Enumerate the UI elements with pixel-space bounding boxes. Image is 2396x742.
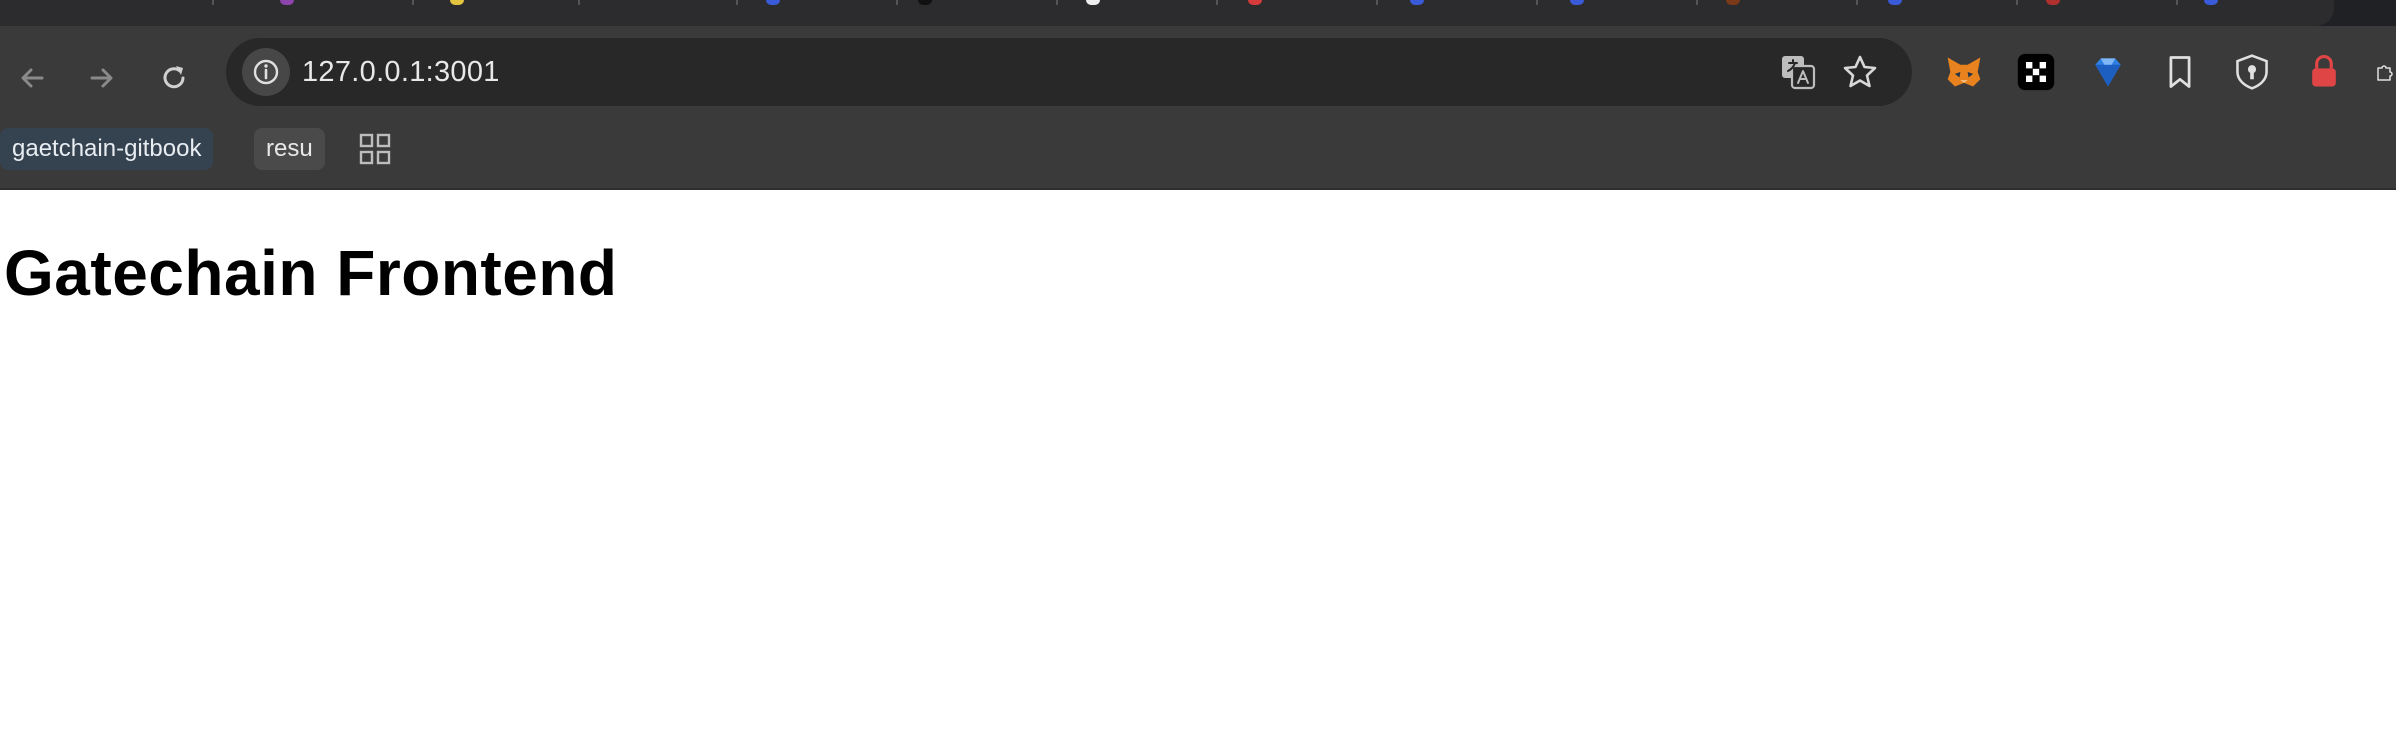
gem-icon <box>2095 58 2121 87</box>
password-manager-extension[interactable] <box>2230 50 2274 94</box>
tab-separator <box>1216 0 1218 5</box>
reload-button[interactable] <box>142 46 206 110</box>
metamask-icon <box>1947 57 1981 87</box>
tab-separator <box>1856 0 1858 5</box>
info-icon <box>253 59 279 85</box>
active-tab-band <box>0 0 2334 26</box>
arrow-right-icon <box>90 68 113 88</box>
address-bar[interactable]: 127.0.0.1:3001 <box>226 38 1912 106</box>
tab-separator <box>736 0 738 5</box>
tab-separator <box>578 0 580 5</box>
apps-button[interactable] <box>356 130 394 168</box>
tab-separator <box>1696 0 1698 5</box>
reading-list-button[interactable] <box>2158 50 2202 94</box>
bookmark-gaetchain-gitbook[interactable]: gaetchain-gitbook <box>0 128 214 170</box>
qr-icon <box>2017 53 2055 91</box>
tab-separator <box>1056 0 1058 5</box>
keyhole-icon <box>2236 54 2268 90</box>
tab-separator <box>896 0 898 5</box>
arrow-left-icon <box>21 68 44 88</box>
tab-separator <box>2016 0 2018 5</box>
lock-extension[interactable] <box>2302 50 2346 94</box>
bookmark-resu[interactable]: resu <box>254 128 325 170</box>
url-text[interactable]: 127.0.0.1:3001 <box>302 38 500 106</box>
bookmarks-bar: gaetchain-gitbook resu <box>0 118 2396 190</box>
bookmark-star-button[interactable] <box>1840 52 1880 92</box>
translate-icon <box>1782 56 1816 90</box>
star-icon <box>1843 55 1877 88</box>
reload-icon <box>163 66 185 89</box>
page-title: Gatechain Frontend <box>4 237 618 309</box>
bookmark-icon <box>2169 56 2191 88</box>
gem-extension[interactable] <box>2086 50 2130 94</box>
tab-separator <box>2176 0 2178 5</box>
tab-separator <box>212 0 214 5</box>
extensions-menu-button[interactable] <box>2374 50 2396 94</box>
site-info-button[interactable] <box>242 48 290 96</box>
apps-grid-icon <box>359 133 391 165</box>
tab-separator <box>1376 0 1378 5</box>
back-button[interactable] <box>0 46 64 110</box>
tab-strip <box>0 0 2396 26</box>
lock-icon <box>2312 55 2336 87</box>
page-content: Gatechain Frontend <box>0 190 2396 742</box>
qr-extension[interactable] <box>2014 50 2058 94</box>
puzzle-icon <box>2377 65 2393 81</box>
metamask-extension[interactable] <box>1942 50 1986 94</box>
tab-separator <box>1536 0 1538 5</box>
forward-button[interactable] <box>70 46 134 110</box>
tab-separator <box>412 0 414 5</box>
translate-button[interactable] <box>1780 54 1816 90</box>
